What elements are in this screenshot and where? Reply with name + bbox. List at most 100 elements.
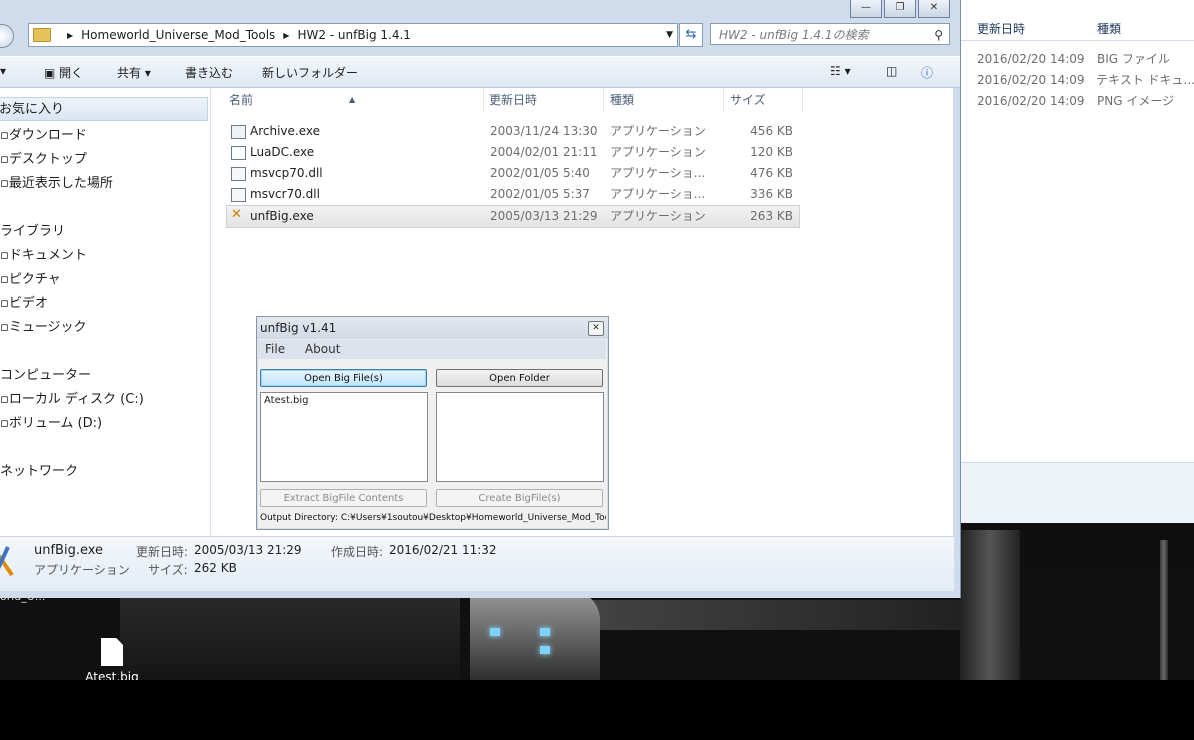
open-button[interactable]: ▣ 開く: [44, 64, 83, 81]
file-modified: 2004/02/01 21:11: [490, 145, 598, 159]
desktop-icon-label: Atest.big: [85, 670, 139, 680]
big-files-list[interactable]: Atest.big: [260, 392, 428, 482]
window-controls: — ❐ ✕: [848, 0, 950, 18]
organize-arrow-icon[interactable]: ▾: [0, 64, 6, 78]
col-header-type[interactable]: 種類: [610, 88, 634, 112]
nav-icon: ▫: [0, 392, 9, 407]
file-name: msvcp70.dll: [250, 166, 323, 180]
open-folder-button[interactable]: Open Folder: [436, 369, 603, 387]
bg-row-date: 2016/02/20 14:09: [977, 52, 1085, 66]
nav-item-label: ボリューム (D:): [8, 416, 103, 431]
refresh-button[interactable]: ⇆: [679, 23, 703, 47]
command-bar: ▾ ▣ 開く 共有 ▾ 書き込む 新しいフォルダー ☷ ▾ ◫ ⓘ: [0, 56, 960, 88]
file-row[interactable]: msvcp70.dll 2002/01/05 5:40 アプリケーショ... 4…: [227, 163, 799, 184]
desktop-icon-atest[interactable]: Atest.big: [80, 638, 144, 680]
help-icon[interactable]: ⓘ: [921, 64, 933, 81]
folder-list[interactable]: [436, 392, 604, 482]
bg-row[interactable]: 2016/02/20 14:09 BIG ファイル: [961, 49, 1194, 70]
menu-about[interactable]: About: [305, 342, 340, 356]
nav-item-favorites[interactable]: お気に入り: [0, 97, 208, 121]
nav-item-music[interactable]: ▫ミュージック: [0, 316, 87, 335]
details-modified-label: 更新日時:: [136, 545, 189, 559]
restore-button[interactable]: ❐: [884, 0, 916, 18]
nav-item-videos[interactable]: ▫ビデオ: [0, 292, 48, 311]
col-separator[interactable]: [723, 88, 724, 112]
nav-item-desktop[interactable]: ▫デスクトップ: [0, 148, 87, 167]
search-placeholder: HW2 - unfBig 1.4.1の検索: [719, 28, 869, 42]
nav-item-recent[interactable]: ▫最近表示した場所: [0, 172, 113, 191]
ship-module: [470, 590, 600, 680]
nav-item-pictures[interactable]: ▫ピクチャ: [0, 268, 61, 287]
bg-col-type[interactable]: 種類: [1081, 0, 1121, 40]
minimize-button[interactable]: —: [850, 0, 882, 18]
file-row[interactable]: Archive.exe 2003/11/24 13:30 アプリケーション 45…: [227, 121, 799, 142]
nav-item-libraries[interactable]: ライブラリ: [0, 220, 65, 239]
file-row[interactable]: msvcr70.dll 2002/01/05 5:37 アプリケーショ... 3…: [227, 184, 799, 205]
exe-icon: [231, 125, 246, 139]
file-size: 263 KB: [750, 209, 793, 223]
details-file-type: アプリケーション: [34, 563, 130, 577]
unfbig-icon: ✕: [231, 207, 242, 222]
nav-item-local-disk[interactable]: ▫ローカル ディスク (C:): [0, 388, 144, 407]
bg-row[interactable]: 2016/02/20 14:09 テキスト ドキュ...: [961, 70, 1194, 91]
col-separator[interactable]: [483, 88, 484, 112]
unfbig-large-icon: [0, 546, 14, 577]
col-separator[interactable]: [802, 88, 803, 112]
nav-item-volume[interactable]: ▫ボリューム (D:): [0, 412, 102, 431]
new-folder-button[interactable]: 新しいフォルダー: [262, 64, 358, 81]
file-modified: 2002/01/05 5:40: [490, 166, 590, 180]
address-bar[interactable]: ▶ Homeworld_Universe_Mod_Tools ▶ HW2 - u…: [28, 23, 678, 47]
nav-item-computer[interactable]: コンピューター: [0, 364, 91, 383]
col-header-modified[interactable]: 更新日時: [489, 88, 537, 112]
col-header-size[interactable]: サイズ: [730, 88, 766, 112]
bg-col-modified[interactable]: 更新日時: [961, 0, 1081, 40]
dialog-title[interactable]: unfBig v1.41: [257, 317, 608, 339]
nav-item-label: ダウンロード: [8, 128, 87, 143]
menu-file[interactable]: File: [265, 342, 285, 356]
nav-item-label: ミュージック: [8, 320, 87, 335]
nav-item-documents[interactable]: ▫ドキュメント: [0, 244, 87, 263]
nav-icon: ▫: [0, 152, 9, 167]
bg-row-type: PNG イメージ: [1097, 94, 1175, 108]
create-bigfile-button[interactable]: Create BigFile(s): [436, 489, 603, 507]
close-icon[interactable]: ✕: [588, 321, 604, 336]
file-row-selected[interactable]: ✕ unfBig.exe 2005/03/13 21:29 アプリケーション 2…: [226, 205, 800, 228]
folder-icon: [33, 28, 51, 42]
bg-row[interactable]: 2016/02/20 14:09 PNG イメージ: [961, 91, 1194, 112]
ship-light: [540, 628, 550, 636]
details-file-name: unfBig.exe: [34, 543, 104, 558]
open-big-files-button[interactable]: Open Big File(s): [260, 369, 427, 387]
nav-item-network[interactable]: ネットワーク: [0, 460, 78, 479]
breadcrumb-item[interactable]: HW2 - unfBig 1.4.1: [297, 28, 410, 42]
nav-icon: ▫: [0, 128, 9, 143]
dialog-menubar: File About: [257, 340, 606, 359]
list-item[interactable]: Atest.big: [264, 395, 424, 406]
breadcrumb-item[interactable]: Homeworld_Universe_Mod_Tools: [81, 28, 275, 42]
close-button[interactable]: ✕: [918, 0, 950, 18]
nav-icon: ▫: [0, 176, 9, 191]
search-icon[interactable]: ⚲: [934, 24, 943, 46]
file-type: アプリケーション: [610, 124, 706, 138]
search-input[interactable]: HW2 - unfBig 1.4.1の検索 ⚲: [710, 23, 950, 45]
bg-row-type: テキスト ドキュ...: [1096, 73, 1194, 87]
dll-icon: [231, 167, 246, 181]
file-row[interactable]: LuaDC.exe 2004/02/01 21:11 アプリケーション 120 …: [227, 142, 799, 163]
preview-pane-icon[interactable]: ◫: [886, 64, 897, 78]
background-column-header: 更新日時 種類: [961, 0, 1194, 41]
chevron-down-icon[interactable]: ▼: [666, 30, 673, 40]
col-header-name[interactable]: 名前: [229, 88, 253, 112]
exe-icon: [231, 146, 246, 160]
background-explorer-window: 更新日時 種類 2016/02/20 14:09 BIG ファイル 2016/02…: [960, 0, 1194, 523]
share-button[interactable]: 共有 ▾: [117, 64, 151, 81]
extract-button[interactable]: Extract BigFile Contents: [260, 489, 427, 507]
nav-icon: ▫: [0, 296, 9, 311]
col-separator[interactable]: [603, 88, 604, 112]
chevron-right-icon[interactable]: ▶: [283, 31, 289, 40]
nav-item-downloads[interactable]: ▫ダウンロード: [0, 124, 87, 143]
view-options-icon[interactable]: ☷ ▾: [830, 64, 851, 78]
back-button[interactable]: [0, 24, 14, 48]
nav-item-label: お気に入り: [0, 102, 65, 117]
chevron-right-icon[interactable]: ▶: [67, 31, 73, 40]
burn-button[interactable]: 書き込む: [185, 64, 233, 81]
unfbig-dialog: unfBig v1.41 ✕ File About Open Big File(…: [256, 316, 609, 530]
